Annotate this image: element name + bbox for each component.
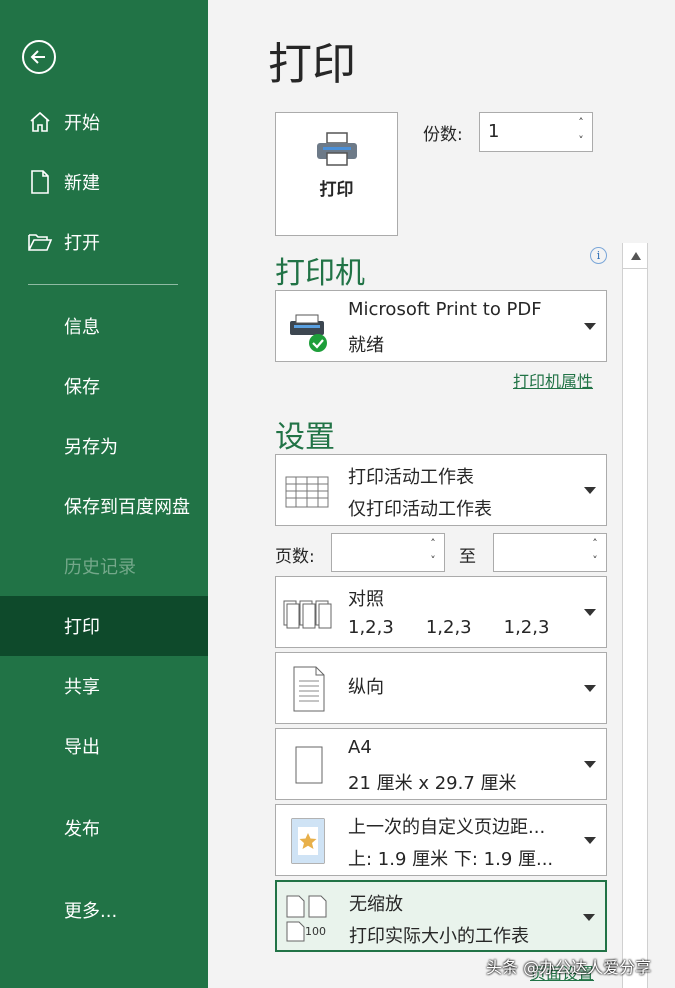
pages-to-stepper[interactable]: ˄ ˅: [493, 533, 607, 572]
print-button[interactable]: 打印: [275, 112, 398, 236]
nav-save-as-label: 另存为: [64, 437, 118, 458]
chevron-down-icon: [584, 761, 596, 768]
nav-info[interactable]: 信息: [0, 296, 208, 356]
copies-label: 份数:: [423, 125, 463, 145]
printer-icon: [315, 131, 359, 171]
copies-down-icon[interactable]: ˅: [574, 134, 588, 148]
nav-save[interactable]: 保存: [0, 356, 208, 416]
backstage-sidebar: 开始 新建 打开 信息 保存 另存为 保存到百度网盘 历史记录 打印 共享 导出…: [0, 0, 208, 988]
paper-size-icon: [282, 737, 336, 791]
collate-dropdown[interactable]: 对照 1,2,3 1,2,3 1,2,3: [275, 576, 607, 648]
watermark: 头条 @办公达人爱分享: [486, 958, 652, 977]
pages-from-stepper[interactable]: ˄ ˅: [331, 533, 445, 572]
nav-export[interactable]: 导出: [0, 716, 208, 776]
printer-ready-icon: [282, 299, 336, 353]
orientation-title: 纵向: [348, 677, 384, 698]
margins-values: 上: 1.9 厘米 下: 1.9 厘...: [348, 849, 554, 870]
collate-sequence: 1,2,3 1,2,3 1,2,3: [348, 617, 581, 638]
copies-stepper[interactable]: 1 ˄ ˅: [479, 112, 593, 152]
back-button[interactable]: [22, 40, 56, 74]
collate-seq-2: 1,2,3: [425, 617, 472, 638]
printer-status: 就绪: [348, 335, 384, 356]
nav-export-label: 导出: [64, 737, 100, 758]
worksheet-grid-icon: [282, 463, 336, 517]
chevron-down-icon: [583, 914, 595, 921]
nav-save-label: 保存: [64, 377, 100, 398]
pages-from-down-icon[interactable]: ˅: [426, 554, 440, 568]
orientation-dropdown[interactable]: 纵向: [275, 652, 607, 724]
nav-print-label: 打印: [64, 617, 100, 638]
copies-value: 1: [488, 121, 500, 142]
pages-to-up-icon[interactable]: ˄: [588, 537, 602, 551]
chevron-down-icon: [584, 323, 596, 330]
scroll-up-button[interactable]: [623, 243, 648, 269]
print-button-label: 打印: [319, 180, 354, 200]
nav-save-as[interactable]: 另存为: [0, 416, 208, 476]
copies-up-icon[interactable]: ˄: [574, 116, 588, 130]
printer-name: Microsoft Print to PDF: [348, 299, 542, 320]
open-folder-icon: [27, 229, 53, 255]
portrait-page-icon: [282, 661, 336, 715]
home-icon: [27, 109, 53, 135]
nav-print[interactable]: 打印: [0, 596, 208, 656]
nav-open[interactable]: 打开: [0, 212, 208, 272]
info-icon[interactable]: i: [590, 247, 607, 264]
triangle-up-icon: [630, 251, 641, 260]
collate-seq-1: 1,2,3: [348, 617, 394, 638]
paper-size-title: A4: [348, 737, 372, 758]
printer-properties-link[interactable]: 打印机属性: [513, 368, 593, 392]
custom-margins-icon: [282, 813, 336, 867]
printer-dropdown[interactable]: Microsoft Print to PDF 就绪: [275, 290, 607, 362]
sidebar-divider: [28, 284, 178, 285]
back-arrow-icon: [30, 50, 45, 64]
paper-size-dropdown[interactable]: A4 21 厘米 x 29.7 厘米: [275, 728, 607, 800]
nav-save-to-baidu-label: 保存到百度网盘: [64, 497, 190, 518]
nav-open-label: 打开: [64, 233, 100, 254]
pages-to-down-icon[interactable]: ˅: [588, 554, 602, 568]
new-document-icon: [27, 169, 53, 195]
pages-to-label: 至: [459, 547, 476, 567]
nav-home[interactable]: 开始: [0, 92, 208, 152]
scaling-desc: 打印实际大小的工作表: [349, 926, 529, 947]
nav-more-label: 更多...: [64, 901, 118, 922]
nav-share[interactable]: 共享: [0, 656, 208, 716]
pages-label: 页数:: [275, 547, 315, 567]
scaling-icon-text: 100: [305, 925, 326, 938]
chevron-down-icon: [584, 487, 596, 494]
nav-history: 历史记录: [0, 536, 208, 596]
collate-seq-3: 1,2,3: [503, 617, 550, 638]
chevron-down-icon: [584, 837, 596, 844]
scaling-dropdown[interactable]: 100 无缩放 打印实际大小的工作表: [275, 880, 607, 952]
pages-from-up-icon[interactable]: ˄: [426, 537, 440, 551]
printer-heading: 打印机: [275, 256, 365, 291]
print-scope-title: 打印活动工作表: [348, 467, 474, 488]
nav-save-to-baidu[interactable]: 保存到百度网盘: [0, 476, 208, 536]
nav-share-label: 共享: [64, 677, 100, 698]
nav-more[interactable]: 更多...: [0, 880, 208, 940]
print-scope-desc: 仅打印活动工作表: [348, 499, 492, 520]
nav-history-label: 历史记录: [64, 557, 136, 578]
preview-scrollbar[interactable]: [622, 243, 648, 988]
nav-home-label: 开始: [64, 113, 100, 134]
chevron-down-icon: [584, 685, 596, 692]
settings-heading: 设置: [275, 420, 335, 455]
page-title: 打印: [268, 39, 356, 90]
scaling-title: 无缩放: [349, 894, 403, 915]
collate-icon: [282, 585, 336, 639]
nav-publish-label: 发布: [64, 819, 100, 840]
margins-dropdown[interactable]: 上一次的自定义页边距... 上: 1.9 厘米 下: 1.9 厘...: [275, 804, 607, 876]
paper-size-dimensions: 21 厘米 x 29.7 厘米: [348, 773, 517, 794]
nav-info-label: 信息: [64, 317, 100, 338]
collate-title: 对照: [348, 589, 384, 610]
nav-new-label: 新建: [64, 173, 100, 194]
margins-title: 上一次的自定义页边距...: [348, 817, 546, 838]
nav-publish[interactable]: 发布: [0, 798, 208, 858]
print-scope-dropdown[interactable]: 打印活动工作表 仅打印活动工作表: [275, 454, 607, 526]
nav-new[interactable]: 新建: [0, 152, 208, 212]
chevron-down-icon: [584, 609, 596, 616]
